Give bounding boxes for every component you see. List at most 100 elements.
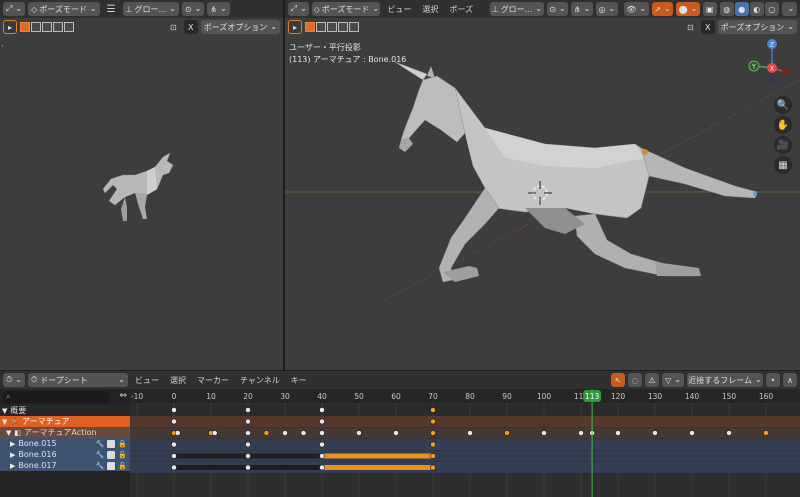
pan-hand-icon[interactable]: ✋ (774, 116, 792, 134)
wrench-icon[interactable]: 🔧 (96, 451, 105, 459)
only-selected-icon[interactable]: ↖ (611, 373, 626, 387)
channel-bone-017[interactable]: ▶ Bone.017 🔧 🔓 (0, 460, 130, 471)
falloff-icon[interactable]: ∧ (783, 373, 797, 387)
menu-view[interactable]: ビュー (131, 375, 163, 386)
keyframe[interactable] (174, 430, 181, 436)
channel-armature[interactable]: ▼ 🏃 アーマチュア (0, 416, 130, 427)
wrench-icon[interactable]: 🔧 (96, 462, 105, 470)
channel-bone-016[interactable]: ▶ Bone.016 🔧 🔓 (0, 449, 130, 460)
keyframe[interactable] (430, 407, 436, 413)
camera-view-icon[interactable]: 🎥 (774, 136, 792, 154)
keyframe[interactable] (615, 430, 621, 436)
expand-right-icon[interactable]: ▶ (10, 462, 15, 470)
lock-icon[interactable]: 🔓 (118, 462, 127, 470)
keyframe[interactable] (245, 453, 251, 459)
keyframe[interactable] (211, 430, 218, 436)
keyframe[interactable] (245, 407, 251, 413)
keyframe[interactable] (430, 430, 436, 436)
enable-checkbox[interactable] (107, 439, 116, 448)
keyframe[interactable] (726, 430, 732, 436)
wrench-icon[interactable]: 🔧 (96, 440, 105, 448)
proportional-dot-icon[interactable]: • (766, 373, 780, 387)
keyframe[interactable] (652, 430, 658, 436)
keyframe[interactable] (430, 418, 436, 425)
swap-arrows-icon[interactable]: ⇔ (119, 391, 127, 401)
enable-checkbox[interactable] (107, 450, 116, 459)
keyframe[interactable] (171, 418, 177, 425)
keyframe[interactable] (763, 430, 769, 436)
dopesheet-editor[interactable]: ⏱ ⏱ ドープシート ビュー 選択 マーカー チャンネル キー ↖ ◌ ⚠ ▽ … (0, 371, 800, 497)
keyframe[interactable] (430, 441, 436, 448)
keyframe[interactable] (467, 430, 473, 436)
main-viewport[interactable]: ⤢ ◇ ポーズモード ビュー 選択 ポーズ ⊥ グロー... ⊙ ⋔ ◎ 👁 ↗… (285, 0, 800, 370)
editor-type-button[interactable]: ⏱ (3, 373, 25, 387)
keyframe[interactable] (541, 430, 547, 436)
keyframe-canvas[interactable]: -10 0 10 20 30 40 50 60 70 80 90 100 110 120 130 140 150… (130, 389, 800, 497)
keyframe[interactable] (689, 430, 695, 436)
keyframe[interactable] (393, 430, 399, 436)
keyframe[interactable] (171, 464, 177, 471)
zoom-icon[interactable]: 🔍 (774, 96, 792, 114)
channel-action[interactable]: ▼ ◧ アーマチュアAction (0, 427, 130, 438)
select-intersect-icon[interactable] (64, 22, 74, 32)
channel-bone-015[interactable]: ▶ Bone.015 🔧 🔓 (0, 438, 130, 449)
mode-select[interactable]: ◇ ポーズモード (28, 2, 100, 16)
expand-right-icon[interactable]: ▶ (10, 440, 15, 448)
xray-icon[interactable]: ⊡ (166, 23, 181, 32)
navigation-gizmo[interactable]: Z Y X (748, 38, 794, 84)
transform-orientation-select[interactable]: ⊥ グロー... (122, 2, 179, 16)
expand-right-icon[interactable]: ▶ (10, 451, 15, 459)
keyframe[interactable] (263, 430, 270, 436)
keyframe[interactable] (319, 418, 325, 425)
lock-icon[interactable]: 🔓 (118, 440, 127, 448)
keyframe[interactable] (171, 407, 177, 413)
keyframe[interactable] (319, 430, 325, 436)
keyframe[interactable] (282, 430, 288, 436)
keyframe[interactable] (171, 441, 177, 448)
errors-only-icon[interactable]: ⚠ (645, 373, 660, 387)
menu-channel[interactable]: チャンネル (236, 375, 284, 386)
snap-icon[interactable]: ⋔ (207, 2, 230, 16)
keyframe[interactable] (430, 464, 436, 471)
left-viewport[interactable]: ⤢ ◇ ポーズモード ☰ ⊥ グロー... ⊙ ⋔ ▸ ⊡ X ポーズオプション… (0, 0, 283, 370)
expand-down-icon[interactable]: ▼ (6, 429, 11, 437)
keyframe-area[interactable]: -10 0 10 20 30 40 50 60 70 80 90 100 110 120 130 140 150… (130, 389, 800, 497)
filter-icon[interactable]: ▽ (662, 373, 684, 387)
channel-search-input[interactable]: ⌕ (2, 391, 110, 403)
keyframe[interactable] (245, 418, 251, 425)
keyframe[interactable] (319, 407, 325, 413)
select-subtract-icon[interactable] (42, 22, 52, 32)
keyframe[interactable] (356, 430, 362, 436)
select-tool-icon[interactable]: ▸ (3, 20, 17, 34)
x-mirror-button[interactable]: X (183, 20, 198, 34)
show-hidden-icon[interactable]: ◌ (628, 373, 643, 387)
unicorn-model[interactable] (395, 58, 775, 298)
expand-down-icon[interactable]: ▼ (2, 407, 7, 415)
collapse-arrow-icon[interactable]: ‹ (1, 42, 4, 50)
expand-down-icon[interactable]: ▼ (2, 418, 7, 426)
menu-key[interactable]: キー (287, 375, 311, 386)
lock-icon[interactable]: 🔓 (118, 451, 127, 459)
keyframe[interactable] (319, 453, 325, 459)
channel-summary[interactable]: ▼ 概要 (0, 405, 130, 416)
keyframe[interactable] (504, 430, 510, 436)
snap-mode-select[interactable]: 近接するフレーム (687, 373, 763, 387)
keyframe[interactable] (245, 464, 251, 471)
ortho-grid-icon[interactable]: ▦ (774, 156, 792, 174)
keyframe[interactable] (430, 453, 436, 459)
menu-toggle-icon[interactable]: ☰ (103, 4, 120, 15)
keyframe[interactable] (245, 441, 251, 448)
select-extend-icon[interactable] (31, 22, 41, 32)
keyframe[interactable] (319, 464, 325, 471)
keyframe[interactable] (578, 430, 584, 436)
select-invert-icon[interactable] (53, 22, 63, 32)
keyframe[interactable] (300, 430, 307, 436)
pivot-icon[interactable]: ⊙ (181, 2, 205, 16)
editor-type-button[interactable]: ⤢ (3, 2, 26, 16)
dopesheet-mode-select[interactable]: ⏱ ドープシート (27, 373, 128, 387)
keyframe[interactable] (319, 441, 325, 448)
enable-checkbox[interactable] (107, 461, 116, 470)
menu-select[interactable]: 選択 (166, 375, 190, 386)
unicorn-small-model[interactable] (95, 145, 185, 225)
keyframe[interactable] (245, 430, 251, 436)
